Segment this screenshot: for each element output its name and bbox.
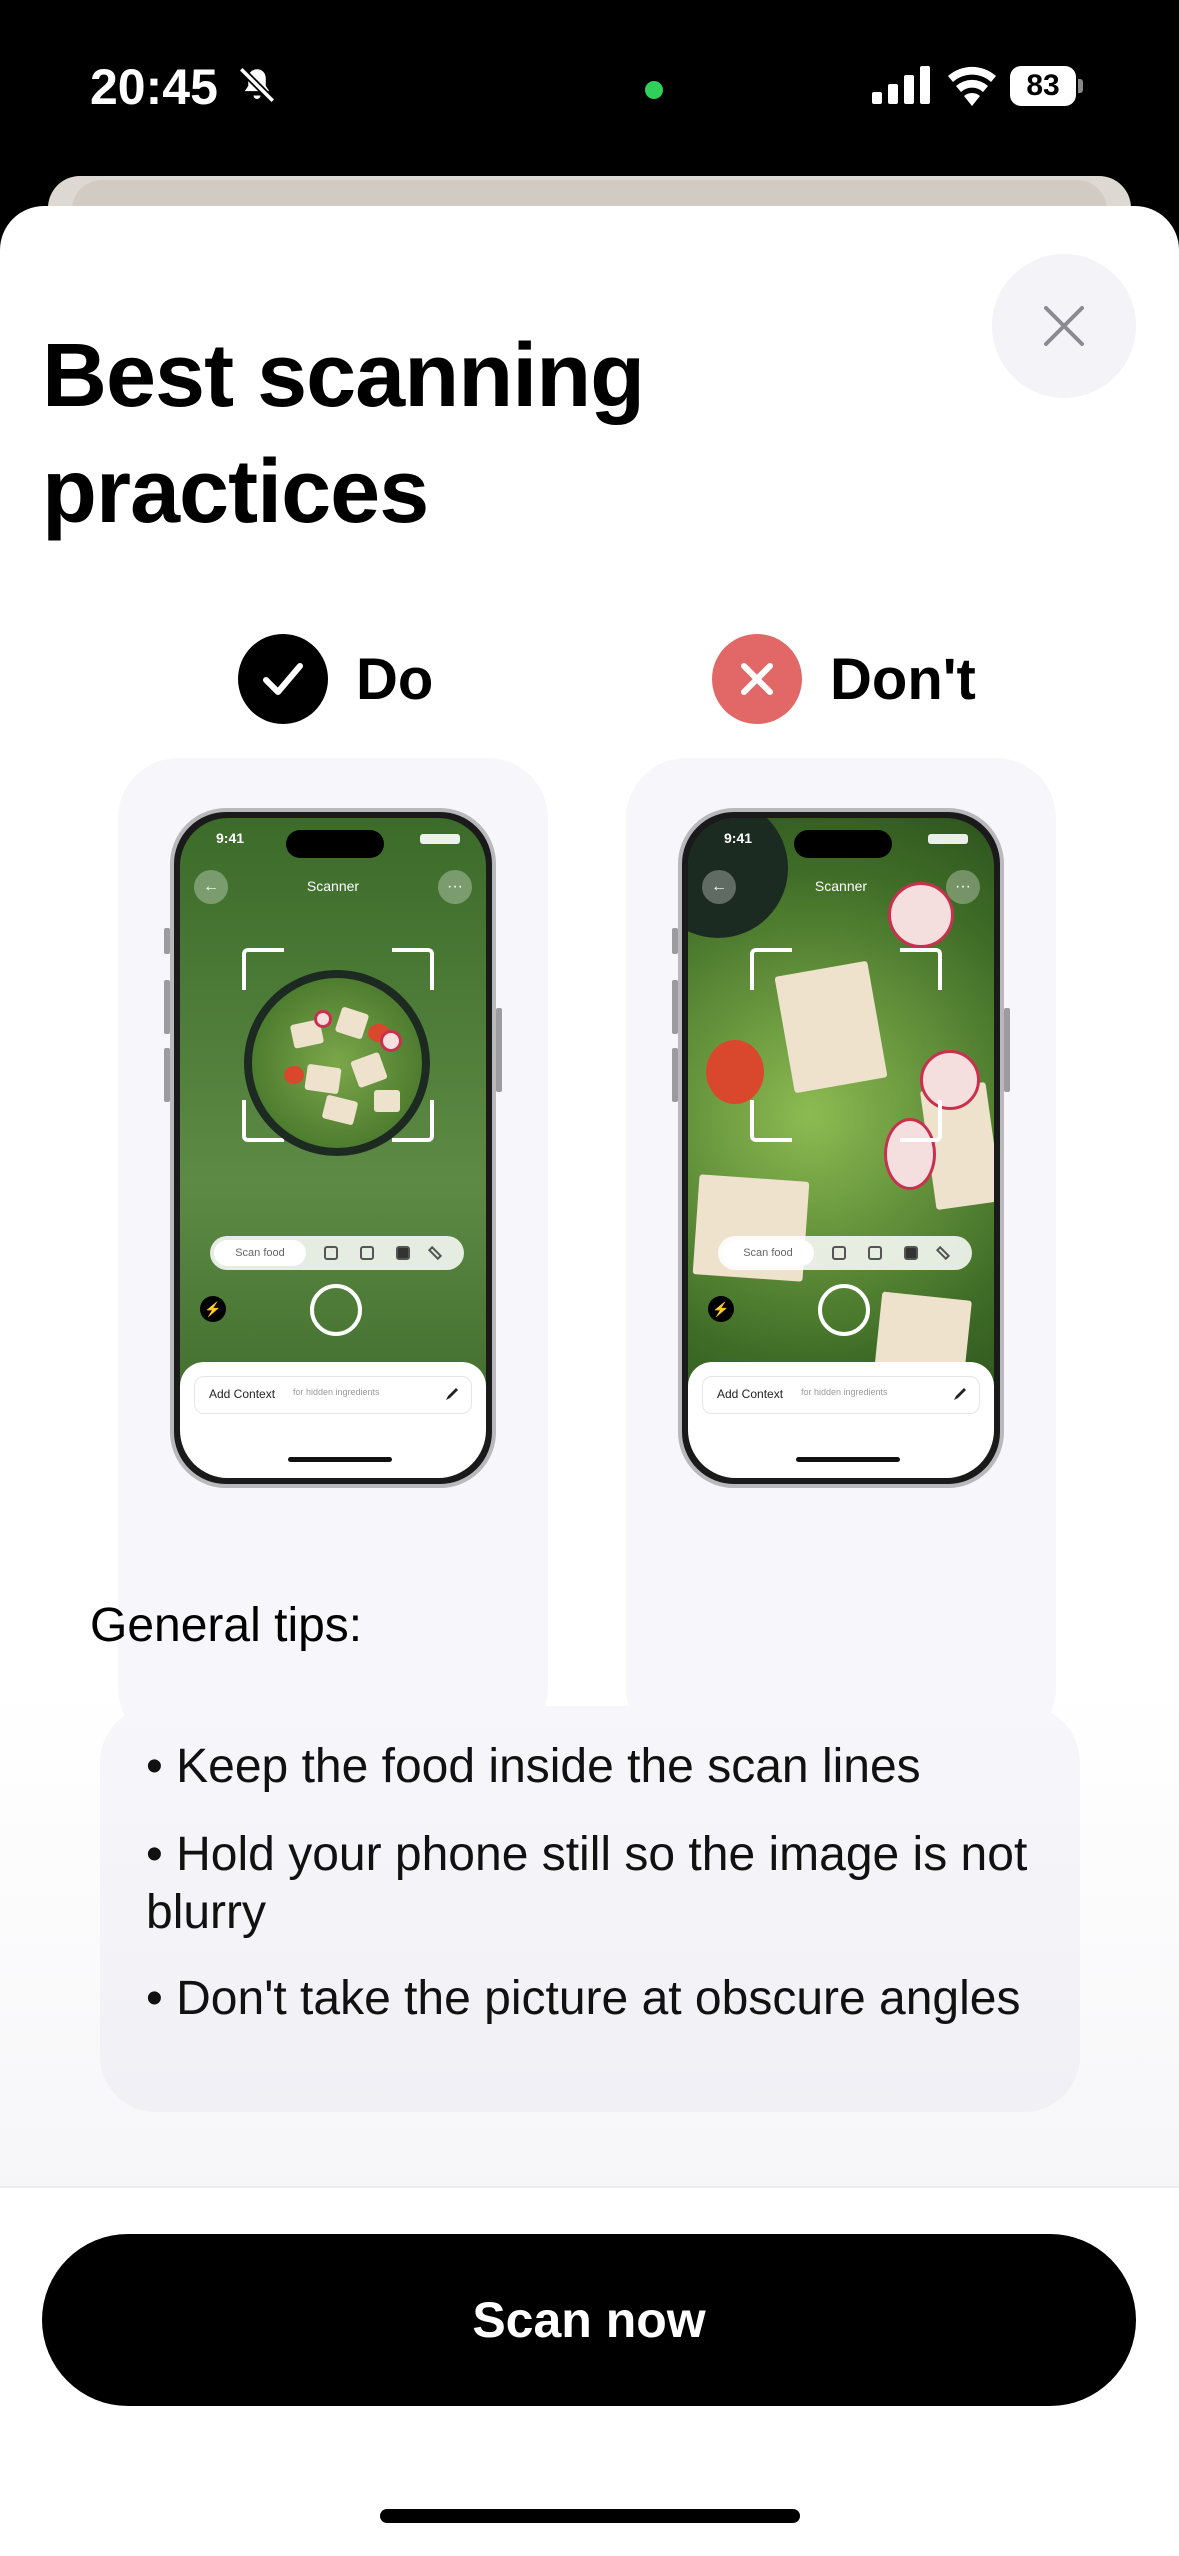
mock-mode-label: Scan food (214, 1240, 306, 1266)
close-icon (1044, 306, 1084, 346)
cellular-signal-icon (872, 66, 930, 104)
wifi-icon (948, 66, 996, 106)
scan-now-button[interactable]: Scan now (42, 2234, 1136, 2406)
status-bar: 20:45 83 (0, 0, 1179, 170)
mock-more-icon: ··· (438, 870, 472, 904)
mock-context-hint: for hidden ingredients (293, 1387, 380, 1397)
mock-time: 9:41 (724, 830, 753, 846)
page-title: Best scanning practices (42, 326, 645, 542)
tip-item: • Don't take the picture at obscure angl… (146, 1972, 1021, 2025)
status-time: 20:45 (90, 59, 218, 115)
dont-phone-screen: 9:41 ← Scanner ··· Scan food ⚡ Add Conte… (688, 818, 994, 1478)
mock-pen-icon (446, 1388, 458, 1400)
mock-context-area: Add Context for hidden ingredients (180, 1362, 486, 1478)
close-button[interactable] (992, 254, 1136, 398)
mock-flash-icon: ⚡ (708, 1296, 734, 1322)
mock-shutter-button (310, 1284, 362, 1336)
bell-muted-icon (238, 66, 276, 104)
cross-badge (712, 634, 802, 724)
battery-nub (1078, 79, 1083, 93)
mock-context-label: Add Context (717, 1387, 784, 1401)
mock-more-icon: ··· (946, 870, 980, 904)
camera-in-use-indicator (645, 81, 663, 99)
tip-item: • Hold your phone still so the image is … (146, 1828, 1028, 1939)
do-label-text: Do (356, 646, 434, 712)
mock-mode-bar: Scan food (210, 1236, 464, 1270)
checkmark-icon (263, 663, 303, 695)
mock-pen-icon (954, 1388, 966, 1400)
tips-heading: General tips: (90, 1599, 363, 1652)
battery-indicator: 83 (1010, 66, 1084, 106)
mock-context-area: Add Context for hidden ingredients (688, 1362, 994, 1478)
check-badge (238, 634, 328, 724)
dont-label: Don't (712, 634, 976, 724)
mock-flash-icon: ⚡ (200, 1296, 226, 1322)
battery-level: 83 (1010, 66, 1076, 106)
cross-icon (741, 663, 773, 695)
tips-box: • Keep the food inside the scan lines • … (100, 1706, 1080, 2112)
mock-shutter-button (818, 1284, 870, 1336)
mock-mode-bar: Scan food (718, 1236, 972, 1270)
mock-context-hint: for hidden ingredients (801, 1387, 888, 1397)
dont-example-card: 9:41 ← Scanner ··· Scan food ⚡ Add Conte… (626, 758, 1056, 1748)
mock-context-label: Add Context (209, 1387, 276, 1401)
tip-item: • Keep the food inside the scan lines (146, 1740, 921, 1793)
mock-mode-label: Scan food (722, 1240, 814, 1266)
salad-bowl-image (244, 970, 430, 1156)
do-label: Do (238, 634, 433, 724)
home-indicator (380, 2509, 800, 2523)
do-phone-mockup: 9:41 ← Scanner ··· Scan food ⚡ Add Conte… (170, 808, 496, 1488)
mock-time: 9:41 (216, 830, 245, 846)
dont-label-text: Don't (830, 646, 976, 712)
dont-phone-mockup: 9:41 ← Scanner ··· Scan food ⚡ Add Conte… (678, 808, 1004, 1488)
do-phone-screen: 9:41 ← Scanner ··· Scan food ⚡ Add Conte… (180, 818, 486, 1478)
